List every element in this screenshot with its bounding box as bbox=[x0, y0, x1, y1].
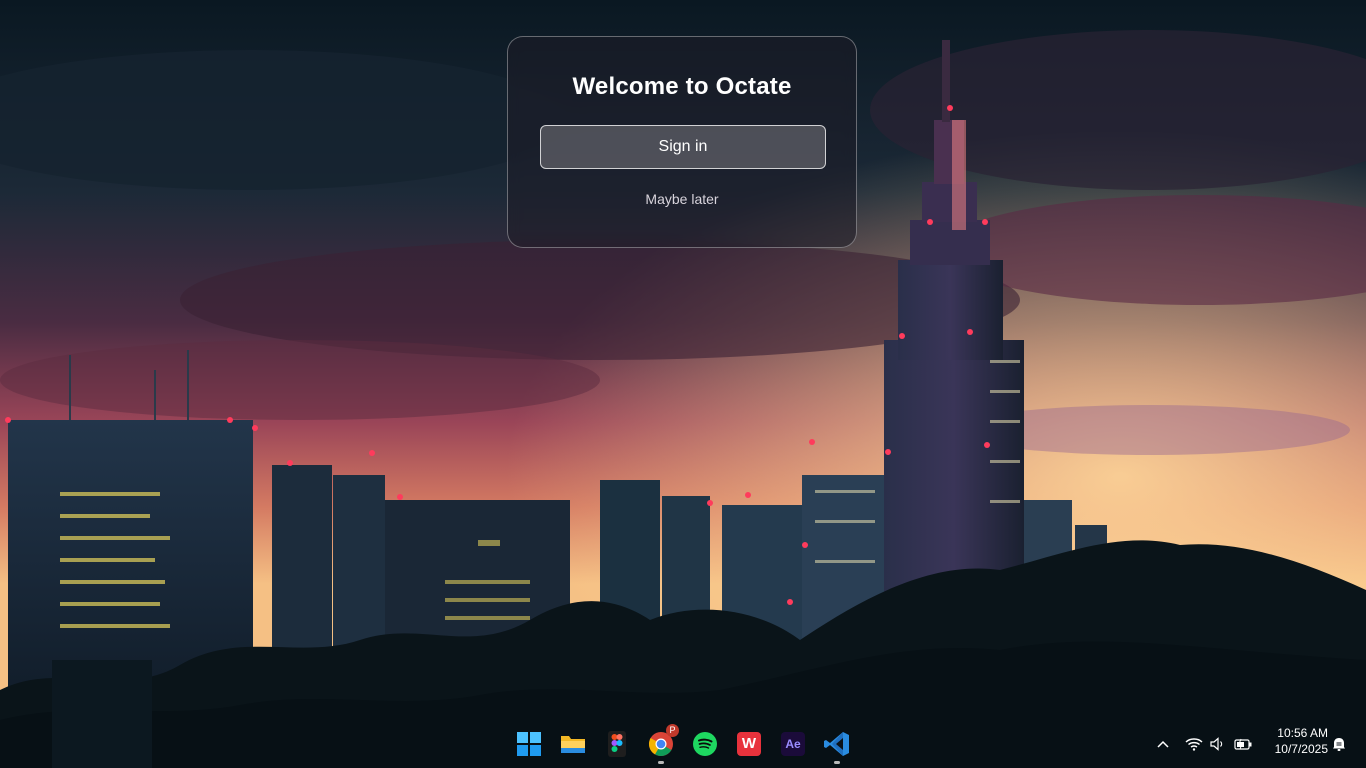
taskbar: P W Ae 10:56 AM 10/7/2025 bbox=[0, 720, 1366, 768]
folder-icon bbox=[561, 736, 585, 753]
battery-button[interactable] bbox=[1231, 732, 1255, 756]
figma-button[interactable] bbox=[601, 728, 633, 760]
chrome-button[interactable]: P bbox=[645, 724, 679, 764]
speaker-icon bbox=[1210, 737, 1223, 751]
clock[interactable]: 10:56 AM 10/7/2025 bbox=[1262, 725, 1328, 757]
network-button[interactable] bbox=[1182, 732, 1206, 756]
running-indicator bbox=[658, 761, 664, 764]
clock-time: 10:56 AM bbox=[1277, 726, 1328, 740]
welcome-title: Welcome to Octate bbox=[572, 73, 792, 100]
sign-in-button[interactable]: Sign in bbox=[540, 125, 826, 169]
file-explorer-button[interactable] bbox=[557, 728, 589, 760]
windows-logo-icon bbox=[517, 732, 541, 756]
wps-office-icon: W bbox=[737, 732, 761, 756]
wps-office-button[interactable]: W bbox=[733, 728, 765, 760]
start-button[interactable] bbox=[513, 728, 545, 760]
welcome-card: Welcome to Octate Sign in Maybe later bbox=[507, 36, 857, 248]
figma-icon bbox=[608, 731, 626, 757]
spotify-button[interactable] bbox=[689, 728, 721, 760]
chrome-profile-badge: P bbox=[666, 724, 679, 737]
maybe-later-link[interactable]: Maybe later bbox=[508, 191, 856, 207]
battery-icon bbox=[1234, 738, 1252, 750]
wifi-icon bbox=[1185, 738, 1203, 751]
after-effects-icon: Ae bbox=[781, 732, 805, 756]
chevron-up-icon bbox=[1157, 740, 1169, 748]
spotify-icon bbox=[693, 732, 717, 756]
after-effects-button[interactable]: Ae bbox=[777, 728, 809, 760]
running-indicator bbox=[834, 761, 840, 764]
vscode-icon bbox=[824, 732, 849, 756]
show-hidden-icons-button[interactable] bbox=[1151, 732, 1175, 756]
notifications-button[interactable] bbox=[1327, 732, 1351, 756]
clock-date: 10/7/2025 bbox=[1274, 742, 1328, 756]
volume-button[interactable] bbox=[1206, 732, 1230, 756]
desktop: Welcome to Octate Sign in Maybe later P … bbox=[0, 0, 1366, 768]
vscode-button[interactable] bbox=[821, 728, 853, 764]
notification-icon bbox=[1333, 738, 1345, 751]
